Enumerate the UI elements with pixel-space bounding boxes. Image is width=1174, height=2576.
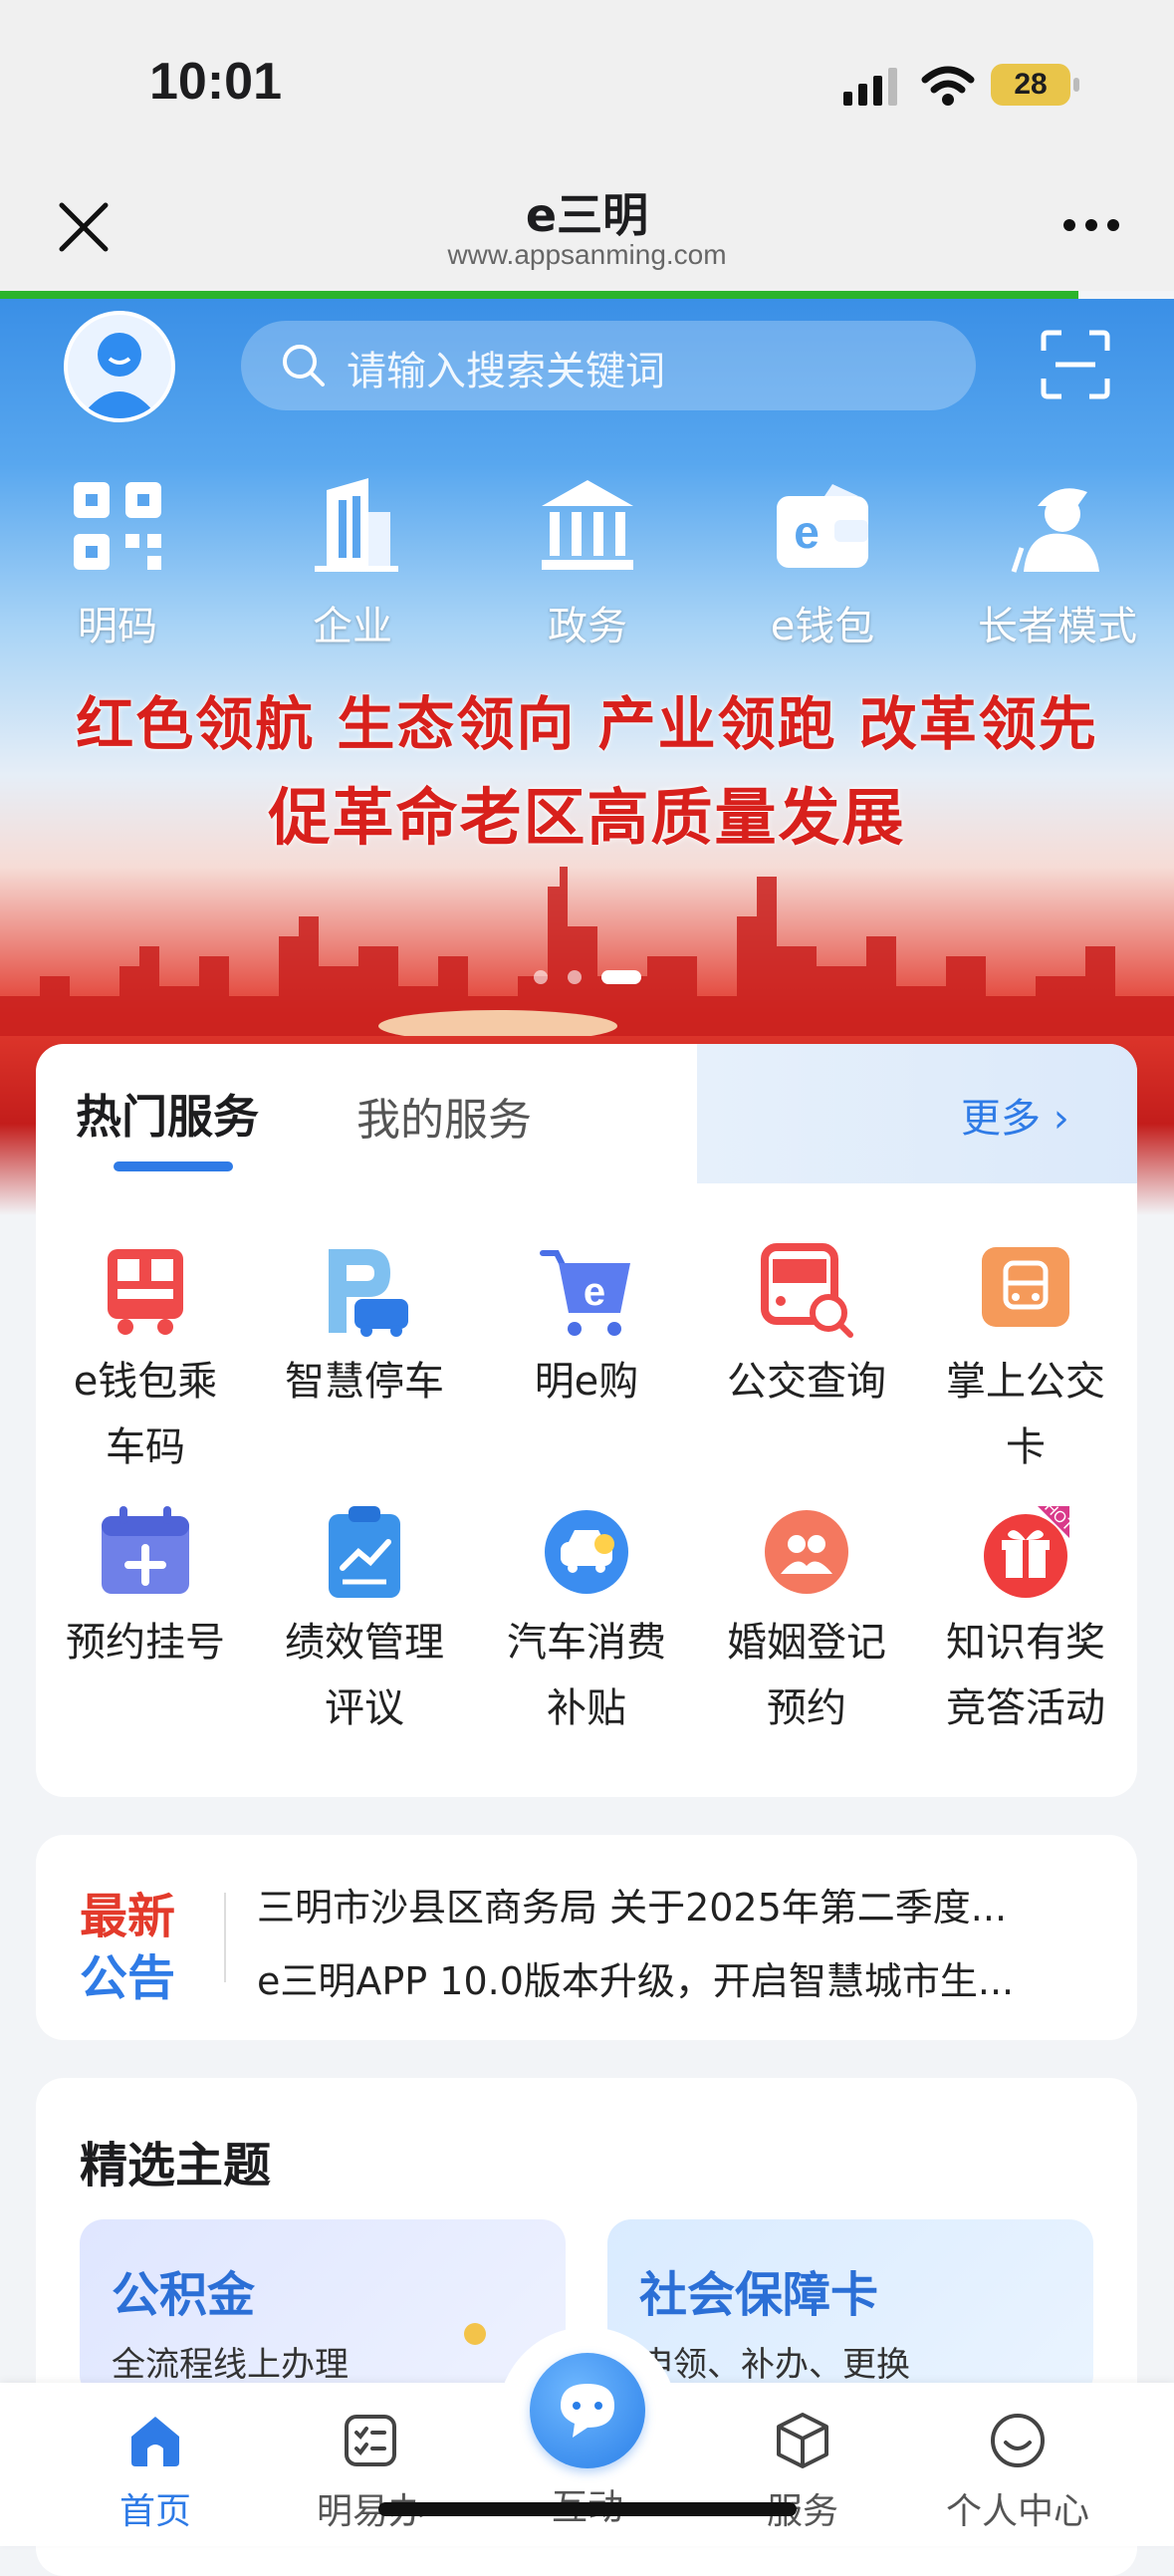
battery-cap: [1073, 78, 1079, 92]
svg-text:e: e: [584, 1270, 605, 1314]
wifi-icon: [921, 66, 975, 106]
shortcut-elder-mode[interactable]: 长者模式: [958, 476, 1157, 651]
services-tab-background: [697, 1044, 1137, 1183]
search-icon: [283, 345, 325, 386]
scan-icon[interactable]: [1040, 329, 1111, 400]
announcement-tag-notice: 公告: [80, 1950, 176, 2006]
service-car-subsidy[interactable]: 汽车消费补贴: [477, 1502, 696, 1741]
tab-label: 个人中心: [945, 2491, 1089, 2532]
shortcut-government[interactable]: 政务: [488, 476, 687, 651]
topic-subtitle: 全流程线上办理: [112, 2345, 349, 2385]
wallet-icon: e: [777, 484, 868, 568]
divider: [224, 1893, 226, 1982]
carousel-dot[interactable]: [568, 970, 582, 984]
tab-my-services[interactable]: 我的服务: [356, 1084, 532, 1148]
tab-icon-spacer: [488, 2411, 687, 2470]
avatar[interactable]: [64, 311, 175, 422]
service-performance-review[interactable]: 绩效管理评议: [255, 1502, 474, 1741]
marriage-icon: [765, 1510, 848, 1594]
service-label: 婚姻登记预约: [727, 1620, 886, 1731]
car-subsidy-icon: [545, 1510, 628, 1594]
shortcut-label: 政务: [548, 604, 627, 649]
smile-icon: [991, 2414, 1045, 2467]
service-label: 绩效管理评议: [285, 1620, 444, 1731]
service-marriage-registration[interactable]: 婚姻登记预约: [697, 1502, 916, 1741]
building-icon: [315, 478, 398, 572]
announcement-tag-latest: 最新: [80, 1889, 176, 1944]
calendar-plus-icon: [102, 1506, 189, 1594]
shopping-cart-icon: e: [540, 1250, 630, 1336]
government-icon: [542, 480, 633, 570]
signal-icon: [843, 68, 897, 106]
bus-search-icon: [761, 1243, 853, 1338]
clipboard-chart-icon: [329, 1506, 400, 1598]
tab-hot-services[interactable]: 热门服务: [76, 1081, 259, 1147]
announcement-item[interactable]: e三明APP 10.0版本升级，开启智慧城市生...: [257, 1950, 1014, 2005]
page-title: e三明: [525, 188, 649, 242]
topic-social-security-card[interactable]: 社会保障卡 申领、补办、更换: [607, 2219, 1093, 2399]
service-label: 明e购: [534, 1359, 639, 1405]
service-label: 知识有奖竞答活动: [946, 1620, 1105, 1731]
more-options-icon[interactable]: [1061, 217, 1121, 233]
tab-label: 首页: [118, 2491, 191, 2532]
service-label: 掌上公交卡: [946, 1359, 1105, 1470]
search-input[interactable]: 请输入搜索关键词: [347, 339, 665, 396]
city-skyline-graphic: [0, 867, 1174, 1036]
service-ming-e-shop[interactable]: e 明e购: [477, 1241, 696, 1415]
qr-code-icon: [74, 482, 161, 570]
service-bus-query[interactable]: 公交查询: [697, 1241, 916, 1415]
tasks-icon: [345, 2415, 396, 2466]
topic-subtitle: 申领、补办、更换: [639, 2345, 910, 2385]
shortcut-label: e钱包: [770, 604, 875, 649]
battery-level: 28: [1014, 68, 1048, 101]
battery-indicator: 28: [991, 64, 1070, 106]
announcement-item[interactable]: 三明市沙县区商务局 关于2025年第二季度...: [257, 1877, 1007, 1932]
service-bus-qr[interactable]: e钱包乘车码: [36, 1241, 255, 1480]
banner-slogan-line1: 红色领航 生态领向 产业领跑 改革领先: [76, 690, 1098, 758]
service-label: 智慧停车: [285, 1359, 444, 1405]
bus-card-icon: [982, 1247, 1069, 1327]
service-bus-card[interactable]: 掌上公交卡: [916, 1241, 1135, 1480]
more-link[interactable]: 更多 ›: [961, 1086, 1069, 1144]
elder-icon: [1011, 488, 1099, 573]
shortcut-enterprise[interactable]: 企业: [253, 476, 452, 651]
user-avatar-icon: [80, 333, 159, 418]
carousel-dot[interactable]: [534, 970, 548, 984]
service-label: 汽车消费补贴: [507, 1620, 666, 1731]
cube-icon: [777, 2413, 828, 2468]
bus-qr-icon: [108, 1249, 183, 1335]
service-knowledge-quiz[interactable]: HOT 知识有奖竞答活动: [916, 1499, 1135, 1741]
topic-title: 公积金: [112, 2267, 256, 2323]
shortcut-wallet[interactable]: e e钱包: [723, 476, 922, 651]
service-smart-parking[interactable]: 智慧停车: [255, 1241, 474, 1415]
shortcut-mingma[interactable]: 明码: [18, 476, 217, 651]
svg-text:e: e: [794, 506, 820, 558]
home-indicator: [378, 2502, 797, 2516]
page-url: www.appsanming.com: [447, 239, 727, 270]
service-label: e钱包乘车码: [73, 1359, 218, 1470]
service-appointment-registration[interactable]: 预约挂号: [36, 1502, 255, 1675]
coin-decoration: [464, 2323, 486, 2345]
tab-home[interactable]: 首页: [56, 2411, 255, 2534]
service-label: 预约挂号: [66, 1620, 225, 1666]
tab-active-indicator: [114, 1161, 233, 1171]
service-label: 公交查询: [727, 1359, 886, 1405]
topic-housing-fund[interactable]: 公积金 全流程线上办理: [80, 2219, 566, 2399]
topic-title: 社会保障卡: [639, 2267, 879, 2323]
shortcut-label: 长者模式: [978, 604, 1137, 649]
home-icon: [131, 2417, 179, 2466]
shortcut-label: 明码: [78, 604, 157, 649]
banner-slogan-line2: 促革命老区高质量发展: [268, 781, 906, 854]
shortcut-label: 企业: [313, 604, 392, 649]
announcement-card[interactable]: [36, 1835, 1137, 2040]
parking-icon: [329, 1249, 408, 1337]
tab-personal-center[interactable]: 个人中心: [918, 2411, 1117, 2534]
status-time: 10:01: [149, 53, 282, 111]
featured-title: 精选主题: [80, 2138, 272, 2193]
carousel-dot-active[interactable]: [601, 970, 641, 984]
loading-progress-bar: [0, 291, 1078, 299]
